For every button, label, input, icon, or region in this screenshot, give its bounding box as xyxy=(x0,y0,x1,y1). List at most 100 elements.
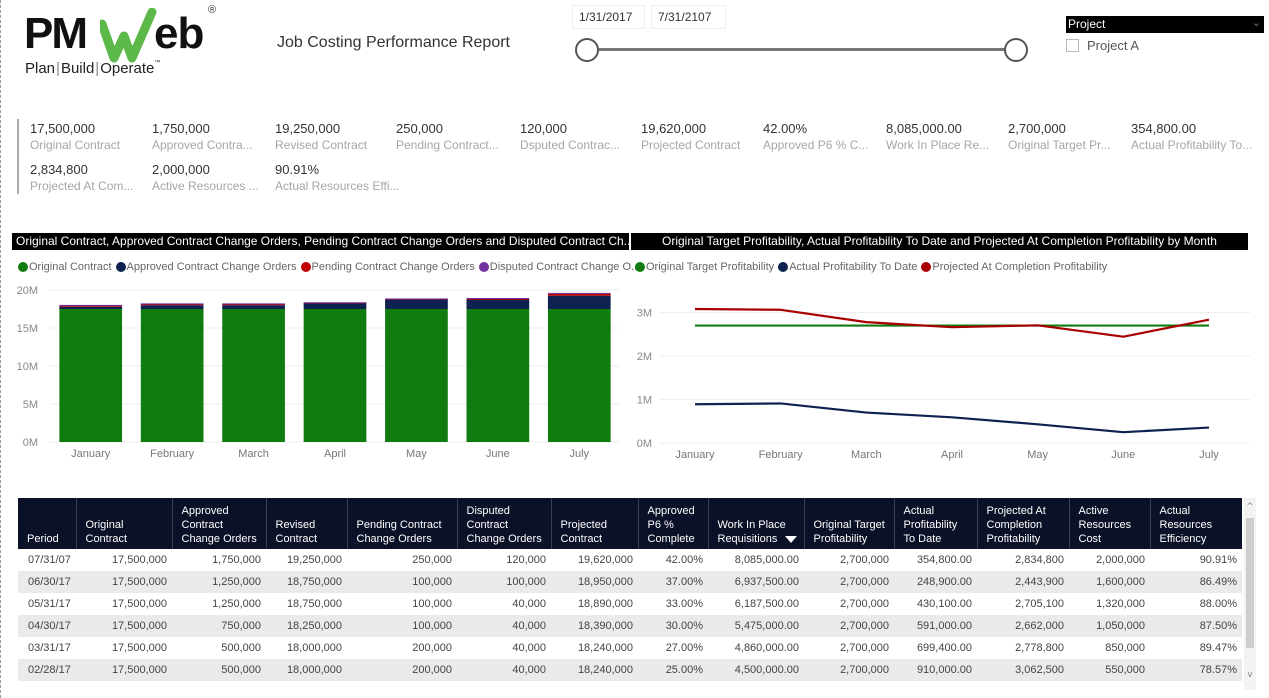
table-cell: 03/31/17 xyxy=(28,642,71,654)
column-header[interactable]: Actual Profitability To Date xyxy=(894,498,978,549)
kpi-card[interactable]: 250,000 Pending Contract... xyxy=(396,121,516,152)
y-tick-label: 10M xyxy=(17,361,38,373)
column-header[interactable]: Active Resources Cost xyxy=(1069,498,1151,549)
kpi-card[interactable]: 90.91% Actual Resources Effi... xyxy=(275,162,400,193)
bar-segment[interactable] xyxy=(547,293,611,296)
legend-item[interactable]: Original Target Profitability xyxy=(635,261,774,273)
bar-segment[interactable] xyxy=(303,303,367,309)
kpi-card[interactable]: 42.00% Approved P6 % C... xyxy=(763,121,883,152)
column-header[interactable]: Original Target Profitability xyxy=(804,498,895,549)
kpi-card[interactable]: 2,000,000 Active Resources ... xyxy=(152,162,272,193)
chevron-down-icon[interactable]: ⌄ xyxy=(1252,16,1261,29)
legend-item[interactable]: Disputed Contract Change O... xyxy=(478,261,640,273)
logo-text-eb: eb xyxy=(154,9,204,58)
column-header[interactable]: Revised Contract xyxy=(266,498,348,549)
column-header[interactable]: Approved Contract Change Orders xyxy=(172,498,267,549)
kpi-card[interactable]: 120,000 Dsputed Contrac... xyxy=(520,121,640,152)
kpi-value: 8,085,000.00 xyxy=(886,121,962,136)
bar-segment[interactable] xyxy=(466,299,530,310)
bar-segment[interactable] xyxy=(547,295,611,309)
bar-segment[interactable] xyxy=(59,304,123,306)
legend-item[interactable]: Approved Contract Change Orders xyxy=(115,261,297,273)
x-tick-label: June xyxy=(1111,449,1135,461)
bar-segment[interactable] xyxy=(59,306,123,309)
legend-item[interactable]: Actual Profitability To Date xyxy=(778,261,917,273)
bar-segment[interactable] xyxy=(140,305,204,309)
bar-segment[interactable] xyxy=(385,309,448,442)
bar-segment[interactable] xyxy=(547,292,611,294)
date-range-slider-track[interactable] xyxy=(586,48,1016,51)
scroll-up-icon[interactable]: ^ xyxy=(1244,502,1256,512)
kpi-card[interactable]: 19,250,000 Revised Contract xyxy=(275,121,395,152)
x-tick-label: February xyxy=(150,448,195,460)
bar-segment[interactable] xyxy=(303,302,367,304)
kpi-card[interactable]: 17,500,000 Original Contract xyxy=(30,121,150,152)
column-header[interactable]: Period xyxy=(18,498,77,549)
table-cell: 6,187,500.00 xyxy=(734,598,799,610)
bar-segment[interactable] xyxy=(140,309,204,442)
column-header-label: Projected At Completion Profitability xyxy=(986,505,1046,545)
kpi-card[interactable]: 8,085,000.00 Work In Place Re... xyxy=(886,121,1006,152)
kpi-value: 17,500,000 xyxy=(30,121,96,136)
table-row[interactable]: 07/31/07 17,500,000 1,750,000 19,250,000 250… xyxy=(18,549,1242,571)
kpi-card[interactable]: 19,620,000 Projected Contract xyxy=(641,121,761,152)
bar-segment[interactable] xyxy=(466,297,530,299)
kpi-label: Revised Contract xyxy=(275,138,368,152)
table-cell: 89.47% xyxy=(1199,642,1237,654)
table-cell: 86.49% xyxy=(1150,571,1242,593)
table-cell: 40,000 xyxy=(512,598,546,610)
table-row[interactable]: 02/28/17 17,500,000 500,000 18,000,000 200,0… xyxy=(18,659,1242,681)
scroll-thumb[interactable] xyxy=(1246,518,1254,648)
kpi-card[interactable]: 1,750,000 Approved Contra... xyxy=(152,121,272,152)
project-option-project-a[interactable]: Project A xyxy=(1066,38,1139,53)
table-cell: 500,000 xyxy=(221,642,261,654)
kpi-card[interactable]: 2,700,000 Original Target Pr... xyxy=(1008,121,1128,152)
kpi-card[interactable]: 2,834,800 Projected At Com... xyxy=(30,162,150,193)
series-line[interactable] xyxy=(694,402,1210,434)
bar-segment[interactable] xyxy=(547,309,611,442)
legend-item[interactable]: Projected At Completion Profitability xyxy=(921,261,1107,273)
scroll-down-icon[interactable]: v xyxy=(1244,670,1256,680)
table-cell: 6,937,500.00 xyxy=(708,571,804,593)
table-row[interactable]: 04/30/17 17,500,000 750,000 18,250,000 100,0… xyxy=(18,615,1242,637)
table-cell: 18,890,000 xyxy=(577,598,633,610)
table-row[interactable]: 03/31/17 17,500,000 500,000 18,000,000 200,0… xyxy=(18,637,1242,659)
bar-segment[interactable] xyxy=(385,299,448,310)
bar-segment[interactable] xyxy=(466,309,530,442)
table-row[interactable]: 05/31/17 17,500,000 1,250,000 18,750,000 100… xyxy=(18,593,1242,615)
bar-segment[interactable] xyxy=(303,309,367,442)
column-header[interactable]: Work In Place Requisitions xyxy=(708,498,805,549)
kpi-card[interactable]: 354,800.00 Actual Profitability To... xyxy=(1131,121,1252,152)
y-tick-label: 5M xyxy=(23,399,38,411)
column-header[interactable]: Projected At Completion Profitability xyxy=(977,498,1070,549)
column-header[interactable]: Pending Contract Change Orders xyxy=(347,498,458,549)
sort-descending-icon[interactable] xyxy=(785,535,798,543)
series-line[interactable] xyxy=(694,307,1210,338)
table-cell: 33.00% xyxy=(665,598,703,610)
table-scrollbar[interactable]: ^ v xyxy=(1244,498,1256,690)
table-row[interactable]: 06/30/17 17,500,000 1,250,000 18,750,000 100… xyxy=(18,571,1242,593)
column-header[interactable]: Approved P6 % Complete xyxy=(638,498,709,549)
bar-segment[interactable] xyxy=(59,309,123,442)
legend-item[interactable]: Original Contract xyxy=(18,261,112,273)
bar-segment[interactable] xyxy=(222,305,285,309)
project-slicer-dropdown[interactable]: Project ⌄ xyxy=(1066,16,1264,33)
column-header[interactable]: Actual Resources Efficiency xyxy=(1150,498,1242,549)
column-header[interactable]: Projected Contract xyxy=(551,498,639,549)
date-slider-start-handle[interactable] xyxy=(575,38,599,62)
table-cell: 88.00% xyxy=(1199,598,1237,610)
bar-segment[interactable] xyxy=(222,309,285,442)
column-header[interactable]: Original Contract xyxy=(76,498,173,549)
project-a-checkbox[interactable] xyxy=(1066,39,1079,52)
bar-segment[interactable] xyxy=(140,303,204,305)
legend-item[interactable]: Pending Contract Change Orders xyxy=(300,261,475,273)
start-date-input[interactable]: 1/31/2017 xyxy=(572,5,645,29)
end-date-input[interactable]: 7/31/2107 xyxy=(651,5,726,29)
bar-segment[interactable] xyxy=(222,303,285,305)
table-cell: 18,390,000 xyxy=(551,615,638,637)
date-slider-end-handle[interactable] xyxy=(1004,38,1028,62)
table-cell: 18,240,000 xyxy=(577,642,633,654)
bar-segment[interactable] xyxy=(385,298,448,300)
x-tick-label: July xyxy=(570,448,590,460)
column-header[interactable]: Disputed Contract Change Orders xyxy=(457,498,552,549)
